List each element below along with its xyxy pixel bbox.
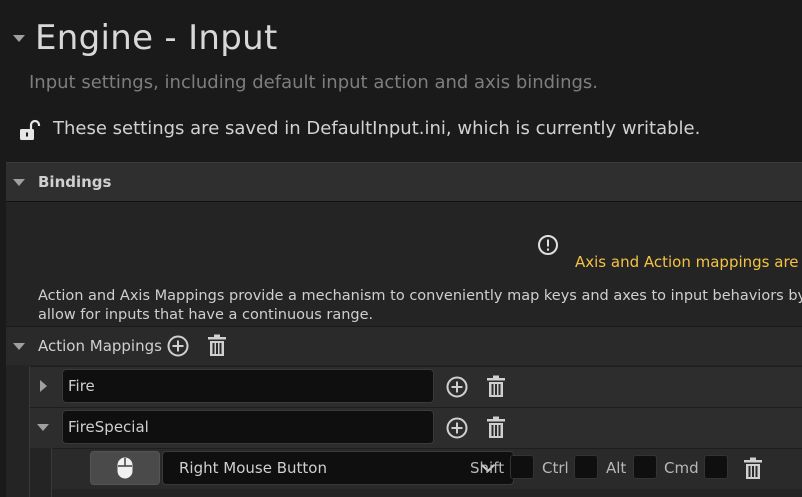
ctrl-checkbox[interactable]	[574, 455, 598, 479]
alt-checkbox[interactable]	[633, 455, 657, 479]
action-mappings-label: Action Mappings	[38, 337, 162, 355]
action-mapping-row-firespecial: FireSpecial	[30, 407, 802, 448]
key-dropdown-value: Right Mouse Button	[179, 459, 327, 477]
shift-label: Shift	[470, 459, 505, 477]
save-info-text: These settings are saved in DefaultInput…	[53, 118, 701, 139]
header-collapse-icon[interactable]	[13, 35, 25, 42]
mouse-icon	[117, 457, 133, 479]
clear-action-mappings-button[interactable]	[204, 333, 230, 359]
key-dropdown[interactable]: Right Mouse Button	[162, 451, 514, 485]
trash-icon	[208, 334, 226, 356]
action-name-field-fire[interactable]: Fire	[62, 369, 434, 403]
delete-firespecial-button[interactable]	[483, 415, 509, 441]
info-text: Action and Axis Mappings provide a mecha…	[38, 287, 802, 325]
bindings-collapse-icon[interactable]	[13, 179, 25, 186]
bindings-section-header[interactable]: Bindings	[6, 162, 802, 202]
page-subtitle: Input settings, including default input …	[29, 72, 599, 93]
shift-checkbox[interactable]	[510, 455, 534, 479]
delete-fire-button[interactable]	[483, 374, 509, 400]
ctrl-label: Ctrl	[542, 459, 569, 477]
add-circle-icon	[167, 335, 189, 357]
key-binding-row: Right Mouse Button Shift Ctrl Alt Cmd	[52, 448, 802, 489]
key-selector-button[interactable]	[90, 451, 160, 485]
action-name-field-firespecial[interactable]: FireSpecial	[62, 410, 434, 444]
trash-icon	[487, 375, 505, 397]
expand-fire-icon[interactable]	[40, 380, 47, 392]
info-text-line-1: Action and Axis Mappings provide a mecha…	[38, 288, 802, 304]
add-circle-icon	[446, 417, 468, 439]
collapse-firespecial-icon[interactable]	[37, 424, 49, 431]
add-action-mapping-button[interactable]	[165, 333, 191, 359]
warning-circle-icon	[537, 234, 559, 256]
bindings-label: Bindings	[38, 173, 112, 191]
warning-text: Axis and Action mappings are no	[575, 253, 802, 271]
action-mappings-header[interactable]: Action Mappings	[6, 326, 802, 365]
action-mappings-collapse-icon[interactable]	[13, 343, 25, 350]
add-key-fire-button[interactable]	[444, 374, 470, 400]
cmd-checkbox[interactable]	[704, 455, 728, 479]
alt-label: Alt	[606, 459, 627, 477]
info-text-line-2: allow for inputs that have a continuous …	[38, 307, 374, 323]
cmd-label: Cmd	[664, 459, 699, 477]
unlock-icon[interactable]	[19, 119, 41, 143]
trash-icon	[744, 457, 762, 479]
add-circle-icon	[446, 376, 468, 398]
delete-key-binding-button[interactable]	[740, 456, 766, 482]
trash-icon	[487, 416, 505, 438]
action-mapping-row-fire: Fire	[30, 366, 802, 407]
page-title: Engine - Input	[35, 18, 278, 58]
add-key-firespecial-button[interactable]	[444, 415, 470, 441]
